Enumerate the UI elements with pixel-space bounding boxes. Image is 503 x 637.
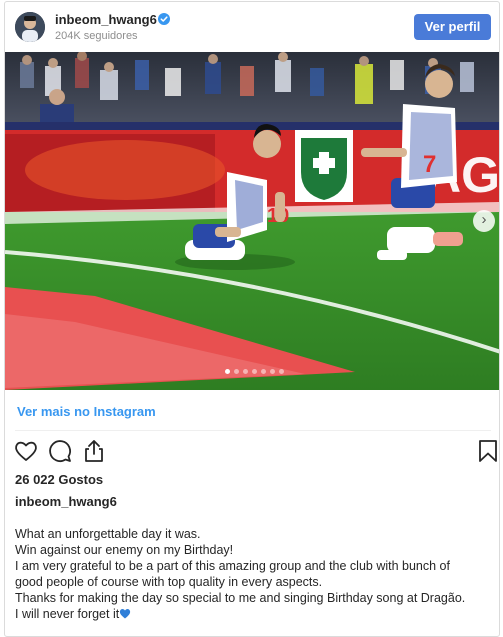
share-icon[interactable]: [81, 438, 107, 464]
follower-count: 204K seguidores: [55, 30, 138, 42]
carousel-dot: [279, 369, 284, 374]
heart-icon[interactable]: [13, 438, 39, 464]
comment-icon[interactable]: [47, 438, 73, 464]
carousel-dot: [243, 369, 248, 374]
caption-line: good people of course with top quality i…: [15, 575, 323, 589]
divider: [15, 430, 491, 431]
carousel-dot: [234, 369, 239, 374]
avatar[interactable]: [15, 12, 45, 42]
carousel-dot: [261, 369, 266, 374]
instagram-embed-card: inbeom_hwang6 204K seguidores Ver perfil: [4, 1, 500, 637]
svg-text:7: 7: [423, 151, 436, 178]
caption-line: What an unforgettable day it was.: [15, 527, 201, 541]
action-bar: [5, 438, 499, 466]
view-more-link[interactable]: Ver mais no Instagram: [17, 404, 156, 419]
carousel-dot: [225, 369, 230, 374]
verified-badge-icon: [158, 13, 170, 25]
chevron-right-icon: ›: [481, 211, 487, 228]
caption-line: I am very grateful to be a part of this …: [15, 559, 450, 573]
blue-heart-emoji: [120, 609, 131, 619]
caption-line-last: I will never forget it: [15, 606, 495, 622]
photo-scene: AGI 10: [5, 52, 499, 390]
caption-line: Thanks for making the day so special to …: [15, 591, 466, 605]
post-header: inbeom_hwang6 204K seguidores Ver perfil: [5, 2, 499, 52]
post-username[interactable]: inbeom_hwang6: [55, 12, 157, 27]
caption-line: I will never forget it: [15, 607, 120, 621]
carousel-dot: [270, 369, 275, 374]
view-profile-button[interactable]: Ver perfil: [414, 14, 491, 40]
bookmark-icon[interactable]: [475, 438, 500, 464]
caption-text: What an unforgettable day it was. Win ag…: [15, 526, 495, 622]
caption-line: Win against our enemy on my Birthday!: [15, 543, 234, 557]
caption-username[interactable]: inbeom_hwang6: [15, 494, 117, 509]
carousel-next-button[interactable]: ›: [473, 210, 495, 232]
carousel-dot: [252, 369, 257, 374]
carousel-indicator: [225, 369, 284, 375]
like-count[interactable]: 26 022 Gostos: [15, 472, 103, 487]
post-photo[interactable]: AGI 10: [5, 52, 499, 390]
